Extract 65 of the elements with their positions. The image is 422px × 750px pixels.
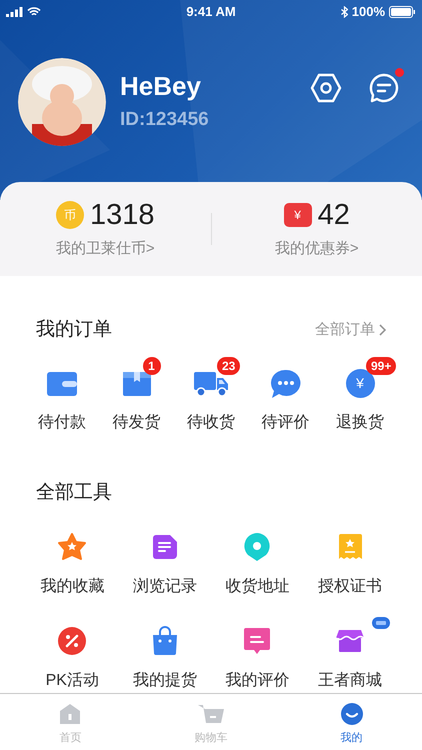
tool-label: 王者商城 [318, 670, 382, 691]
user-name: HeBey [120, 70, 202, 102]
settings-button[interactable] [310, 72, 342, 104]
store-icon [336, 629, 364, 653]
wallet-label: 我的优惠券> [274, 238, 359, 259]
wallet-label: 我的卫莱仕币> [56, 238, 155, 259]
tool-item[interactable]: 我的提货 [118, 625, 211, 693]
coupon-icon: ¥ [284, 202, 312, 227]
box-icon [122, 370, 152, 396]
tool-item[interactable]: 浏览记录 [118, 531, 211, 599]
message-icon [368, 72, 400, 104]
comment-icon [243, 627, 272, 655]
certificate-icon [336, 533, 363, 561]
count-badge: 99+ [366, 356, 396, 374]
user-id: ID:123456 [120, 108, 209, 132]
tool-item[interactable]: 我的评价 [211, 625, 304, 693]
yen-coin-icon: ¥ [346, 369, 374, 398]
home-icon [59, 703, 82, 725]
settings-icon [310, 72, 342, 104]
bluetooth-icon [340, 6, 348, 18]
profile-icon [340, 703, 363, 725]
battery-percentage: 100% [352, 3, 385, 22]
tool-label: 授权证书 [318, 576, 382, 597]
tool-item[interactable]: PK活动 [26, 625, 118, 693]
tool-label: 浏览记录 [132, 576, 197, 597]
wifi-icon [27, 7, 41, 17]
cart-icon [197, 703, 225, 725]
truck-icon [193, 370, 229, 396]
wallet-item[interactable]: ¥ 42 我的优惠券> [212, 198, 422, 260]
coin-icon: 币 [56, 200, 84, 229]
tool-item[interactable]: 授权证书 [304, 531, 396, 599]
wallet-icon [46, 370, 78, 396]
section-title: 全部工具 [36, 480, 113, 504]
status-time: 9:41 AM [186, 3, 236, 22]
tool-label: 我的评价 [225, 670, 290, 691]
count-badge: 23 [217, 356, 240, 374]
tool-label: 我的提货 [132, 670, 197, 691]
tool-item[interactable]: 王者商城 [304, 625, 396, 693]
order-status-label: 退换货 [336, 412, 384, 432]
chat-icon [270, 368, 300, 398]
discount-icon [57, 626, 88, 656]
wallet-item[interactable]: 币 1318 我的卫莱仕币> [0, 198, 210, 260]
star-icon [57, 532, 88, 562]
order-status-label: 待收货 [187, 412, 235, 432]
tool-label: 收货地址 [225, 576, 290, 597]
location-pin-icon [243, 532, 272, 562]
bag-icon [150, 626, 179, 656]
order-status-label: 待付款 [38, 412, 86, 432]
tab[interactable]: 我的 [281, 694, 422, 750]
battery-icon [389, 6, 416, 18]
order-status-item[interactable]: 待评价 [256, 366, 316, 434]
wallet-value: 1318 [90, 198, 154, 232]
tool-item[interactable]: 我的收藏 [26, 531, 118, 599]
tool-label: 我的收藏 [40, 576, 104, 597]
order-status-label: 待评价 [262, 412, 310, 432]
note-icon [152, 534, 178, 560]
count-badge: 1 [142, 356, 160, 374]
chevron-right-icon [379, 324, 386, 336]
section-title: 我的订单 [36, 318, 112, 342]
tool-label: PK活动 [46, 671, 99, 691]
signal-icon [6, 7, 23, 17]
wallet-value: 42 [318, 198, 350, 232]
order-status-item[interactable]: 待付款 [32, 366, 92, 434]
order-status-label: 待发货 [112, 412, 160, 432]
tool-item[interactable]: 收货地址 [211, 531, 304, 599]
